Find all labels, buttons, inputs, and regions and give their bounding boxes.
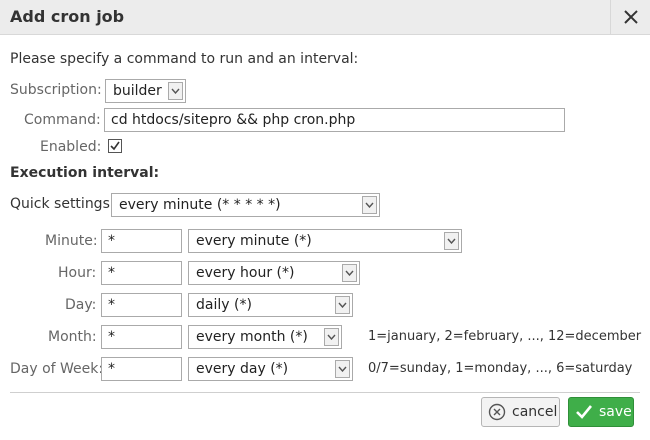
month-label: Month: (48, 329, 97, 345)
checkbox-checked-icon[interactable] (108, 139, 122, 153)
dialog-title: Add cron job (10, 7, 125, 26)
day-of-week-hint: 0/7=sunday, 1=monday, ..., 6=saturday (368, 361, 633, 376)
minute-label: Minute: (45, 233, 98, 249)
execution-heading: Execution interval: (10, 165, 160, 181)
month-select[interactable]: every month (*) (188, 325, 342, 349)
dialog-titlebar: Add cron job (0, 0, 650, 35)
quick-settings-select[interactable]: every minute (* * * * *) (111, 193, 380, 217)
day-of-week-input[interactable] (101, 357, 182, 381)
save-button-label: save (599, 404, 632, 420)
month-input[interactable] (101, 325, 182, 349)
check-icon (576, 405, 593, 419)
enabled-label: Enabled: (40, 139, 102, 155)
quick-settings-value: every minute (* * * * *) (119, 197, 281, 213)
command-label: Command: (24, 112, 101, 128)
chevron-down-icon (362, 196, 377, 214)
subscription-value: builder (113, 83, 162, 99)
close-icon (624, 10, 638, 24)
intro-text: Please specify a command to run and an i… (10, 51, 359, 67)
chevron-down-icon (335, 360, 350, 378)
day-of-week-select-value: every day (*) (196, 361, 289, 377)
chevron-down-icon (324, 328, 339, 346)
command-input[interactable] (104, 108, 565, 132)
minute-select[interactable]: every minute (*) (188, 229, 462, 253)
day-select[interactable]: daily (*) (188, 293, 353, 317)
hour-select-value: every hour (*) (196, 265, 295, 281)
chevron-down-icon (444, 232, 459, 250)
hour-label: Hour: (58, 265, 97, 281)
cancel-circle-icon (488, 403, 506, 421)
chevron-down-icon (335, 296, 350, 314)
day-label: Day: (65, 297, 97, 313)
subscription-select[interactable]: builder (105, 79, 186, 103)
day-input[interactable] (101, 293, 182, 317)
chevron-down-icon (342, 264, 357, 282)
day-of-week-label: Day of Week: (10, 361, 104, 377)
hour-select[interactable]: every hour (*) (188, 261, 360, 285)
month-select-value: every month (*) (196, 329, 308, 345)
minute-input[interactable] (101, 229, 182, 253)
cancel-button-label: cancel (512, 404, 558, 420)
minute-select-value: every minute (*) (196, 233, 312, 249)
chevron-down-icon (168, 82, 183, 100)
save-button[interactable]: save (568, 397, 634, 427)
month-hint: 1=january, 2=february, ..., 12=december (368, 329, 642, 344)
day-of-week-select[interactable]: every day (*) (188, 357, 353, 381)
footer-divider (10, 392, 640, 393)
cancel-button[interactable]: cancel (481, 397, 560, 427)
quick-settings-label: Quick settings: (10, 196, 115, 212)
subscription-label: Subscription: (10, 82, 102, 98)
hour-input[interactable] (101, 261, 182, 285)
close-button[interactable] (610, 0, 650, 34)
day-select-value: daily (*) (196, 297, 252, 313)
